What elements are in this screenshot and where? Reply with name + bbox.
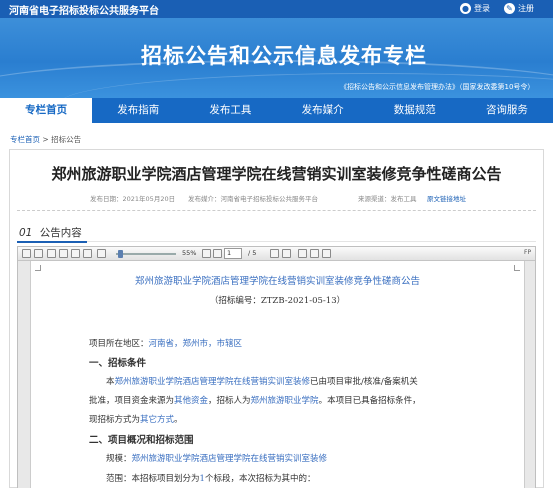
print-icon[interactable] [34, 249, 43, 258]
doc-paragraph-line: 本郑州旅游职业学院酒店管理学院在线营销实训室装修已由项目审批/核准/备案机关 [106, 377, 418, 387]
doc-title: 郑州旅游职业学院酒店管理学院在线营销实训室装修竞争性磋商公告 [134, 276, 420, 287]
hand-tool-icon[interactable] [47, 249, 56, 258]
pdf-page: 郑州旅游职业学院酒店管理学院在线营销实训室装修竞争性磋商公告 （招标编号：ZTZ… [30, 261, 525, 488]
nav-item-media[interactable]: 发布媒介 [277, 98, 369, 123]
doc-paragraph-line: 批准，项目资金来源为其他资金，招标人为郑州旅游职业学院。本项目已具备招标条件， [89, 396, 421, 406]
save-icon[interactable] [22, 249, 31, 258]
select-tool-icon[interactable] [59, 249, 68, 258]
article-meta: 发布日期：2021年05月20日 发布媒介：河南省电子招标投标公共服务平台 来源… [10, 193, 543, 207]
nav-item-tools[interactable]: 发布工具 [184, 98, 276, 123]
doc-heading-conditions: 一、招标条件 [89, 358, 147, 369]
page-total: / 5 [248, 249, 257, 257]
crop-mark [35, 265, 41, 271]
rotate-icon[interactable] [310, 249, 319, 258]
section-underline [17, 241, 536, 243]
register-link[interactable]: ✎ 注册 [504, 3, 534, 14]
next-page-icon[interactable] [270, 249, 279, 258]
section-label: 公告内容 [39, 227, 82, 239]
edit-icon: ✎ [504, 3, 515, 14]
nav-item-guide[interactable]: 发布指南 [92, 98, 184, 123]
nav-item-data-spec[interactable]: 数据规范 [369, 98, 461, 123]
top-bar: 河南省电子招标投标公共服务平台 ● 登录 ✎ 注册 [0, 0, 553, 18]
main-nav: 专栏首页 发布指南 发布工具 发布媒介 数据规范 咨询服务 [0, 98, 553, 123]
breadcrumb-separator: > [42, 135, 49, 144]
doc-heading-overview: 二、项目概况和招标范围 [89, 435, 194, 446]
user-icon: ● [460, 3, 471, 14]
doc-code: （招标编号：ZTZB-2021-05-13） [209, 296, 346, 306]
zoom-slider-knob[interactable] [118, 250, 123, 258]
doc-scale-line: 规模：郑州旅游职业学院酒店管理学院在线营销实训室装修 [106, 454, 328, 464]
login-label: 登录 [474, 4, 490, 13]
divider [17, 210, 536, 211]
zoom-in-icon[interactable] [71, 249, 80, 258]
article-card: 郑州旅游职业学院酒店管理学院在线营销实训室装修竞争性磋商公告 发布日期：2021… [9, 149, 544, 488]
zoom-slider[interactable] [116, 253, 176, 255]
location-value: 河南省，郑州市，市辖区 [148, 339, 243, 349]
zoom-out-icon[interactable] [83, 249, 92, 258]
prev-page-icon[interactable] [213, 249, 222, 258]
location-label: 项目所在地区： [89, 339, 149, 349]
doc-location: 项目所在地区：河南省，郑州市，市辖区 [89, 337, 242, 349]
source-channel: 来源渠道：发布工具 [358, 195, 417, 203]
banner-title: 招标公告和公示信息发布专栏 [141, 44, 427, 68]
breadcrumb-current: 招标公告 [51, 135, 82, 144]
register-label: 注册 [518, 4, 534, 13]
find-icon[interactable] [298, 249, 307, 258]
first-page-icon[interactable] [202, 249, 211, 258]
last-page-icon[interactable] [282, 249, 291, 258]
doc-paragraph-line: 现招标方式为其它方式。 [89, 415, 183, 425]
crop-mark [514, 265, 520, 271]
publish-media: 发布媒介：河南省电子招标投标公共服务平台 [188, 195, 318, 203]
breadcrumb: 专栏首页 > 招标公告 [10, 134, 81, 145]
article-title: 郑州旅游职业学院酒店管理学院在线营销实训室装修竞争性磋商公告 [51, 165, 502, 183]
nav-item-home[interactable]: 专栏首页 [0, 98, 93, 123]
fullscreen-icon[interactable] [322, 249, 331, 258]
original-link[interactable]: 原文链接地址 [427, 193, 466, 203]
banner: 招标公告和公示信息发布专栏 《招标公告和公示信息发布管理办法》（国家发改委第10… [0, 18, 553, 98]
breadcrumb-home[interactable]: 专栏首页 [10, 135, 40, 144]
site-name[interactable]: 河南省电子招标投标公共服务平台 [9, 2, 159, 17]
zoom-level: 55% [182, 249, 197, 257]
page-number-input[interactable]: 1 [224, 248, 242, 259]
fp-label: FP [524, 249, 532, 256]
doc-scope-line: 范围：本招标项目划分为1个标段，本次招标为其中的： [106, 474, 316, 484]
pdf-viewer[interactable]: 55% 1 / 5 FP 郑州旅游职业学院酒店管理学院在线营销实训室装修竞争性磋… [17, 246, 536, 488]
fit-page-icon[interactable] [97, 249, 106, 258]
login-link[interactable]: ● 登录 [460, 3, 490, 14]
pdf-toolbar: 55% 1 / 5 FP [18, 247, 535, 261]
banner-regulation-link[interactable]: 《招标公告和公示信息发布管理办法》（国家发改委第10号令） [340, 82, 534, 92]
section-number: 01 [19, 227, 33, 239]
section-heading: 01 公告内容 [19, 225, 82, 240]
publish-date: 发布日期：2021年05月20日 [90, 195, 176, 203]
nav-item-consult[interactable]: 咨询服务 [461, 98, 553, 123]
